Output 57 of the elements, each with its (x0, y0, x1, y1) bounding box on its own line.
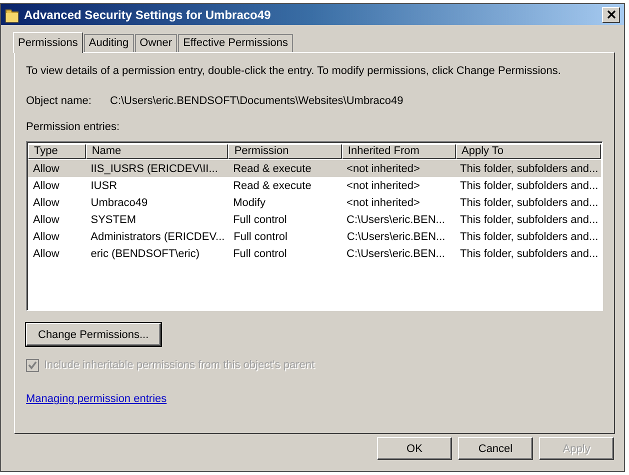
object-name-value: C:\Users\eric.BENDSOFT\Documents\Websites\Umbraco49 (110, 95, 404, 109)
table-row[interactable]: Allow IIS_IUSRS (ERICDEV\II... Read & execute <not inherited> This folder, subfolders and... (28, 160, 601, 177)
instructions-text: To view details of a permission entry, double-click the entry. To modify permissions, click Change Permissions. (26, 65, 562, 79)
close-icon (606, 10, 616, 19)
table-row[interactable]: Allow SYSTEM Full control C:\Users\eric.BEN... This folder, subfolders and... (28, 211, 601, 228)
table-cell-text: This folder, subfolders and... (459, 180, 600, 192)
table-cell-text: This folder, subfolders and... (459, 196, 600, 208)
table-cell-text: Administrators (ERICDEV... (90, 230, 226, 242)
table-cell-text: C:\Users\eric.BEN... (346, 214, 446, 226)
table-cell-text: C:\Users\eric.BEN... (346, 230, 446, 242)
table-cell-text: Allow (32, 248, 60, 260)
object-name-label: Object name: (26, 95, 92, 109)
tab[interactable]: Effective Permissions (178, 34, 294, 52)
window-title: Advanced Security Settings for Umbraco49 (24, 8, 272, 22)
table-cell-text: IIS_IUSRS (ERICDEV\II... (90, 162, 219, 174)
close-button[interactable] (602, 6, 620, 22)
table-cell-text: Full control (232, 230, 288, 242)
table-cell-text: Allow (32, 196, 60, 208)
table-cell-text: This folder, subfolders and... (459, 214, 600, 226)
table-cell-text: <not inherited> (346, 196, 421, 208)
help-link[interactable]: Managing permission entries (26, 393, 167, 405)
tab[interactable]: Owner (134, 34, 178, 52)
table-cell-text: Read & execute (232, 162, 312, 174)
table-cell-text: This folder, subfolders and... (459, 162, 600, 174)
column-header[interactable]: Permission (228, 144, 342, 159)
table-cell-text: IUSR (90, 180, 118, 192)
table-cell-text: Allow (32, 162, 60, 174)
table-row[interactable]: Allow Administrators (ERICDEV... Full control C:\Users\eric.BEN... This folder, subfolders and... (28, 228, 601, 245)
table-cell-text: eric (BENDSOFT\eric) (90, 248, 201, 260)
table-row[interactable]: Allow eric (BENDSOFT\eric) Full control C:\Users\eric.BEN... This folder, subfolders and... (28, 245, 601, 262)
table-cell-text: <not inherited> (346, 162, 421, 174)
table-cell-text: SYSTEM (90, 214, 137, 226)
folder-icon (5, 6, 19, 22)
table-cell-text: Read & execute (232, 180, 312, 192)
table-cell-text: Allow (32, 214, 60, 226)
table-cell-text: Modify (232, 196, 266, 208)
table-row[interactable]: Allow IUSR Read & execute <not inherited> This folder, subfolders and... (28, 177, 601, 194)
change-permissions-button[interactable]: Change Permissions... (26, 323, 161, 346)
table-cell-text: Full control (232, 248, 288, 260)
tab[interactable]: Auditing (84, 34, 134, 52)
table-cell-text: Umbraco49 (90, 196, 149, 208)
table-cell-text: This folder, subfolders and... (459, 230, 600, 242)
column-header[interactable]: Type (28, 144, 86, 159)
column-header[interactable]: Name (86, 144, 228, 159)
table-cell-text: <not inherited> (346, 180, 421, 192)
column-header[interactable]: Inherited From (342, 144, 456, 159)
column-header[interactable]: Apply To (456, 144, 602, 159)
table-cell-text: Allow (32, 180, 60, 192)
table-cell-text: C:\Users\eric.BEN... (346, 248, 446, 260)
tab[interactable]: Permissions (13, 32, 83, 53)
table-cell-text: Allow (32, 230, 60, 242)
table-cell-text: This folder, subfolders and... (459, 248, 600, 260)
permission-entries-label: Permission entries: (26, 121, 121, 135)
dialog-button[interactable]: OK (377, 437, 452, 460)
dialog-button[interactable]: Cancel (458, 437, 533, 460)
table-cell-text: Full control (232, 214, 288, 226)
table-row[interactable]: Allow Umbraco49 Modify <not inherited> This folder, subfolders and... (28, 194, 601, 211)
